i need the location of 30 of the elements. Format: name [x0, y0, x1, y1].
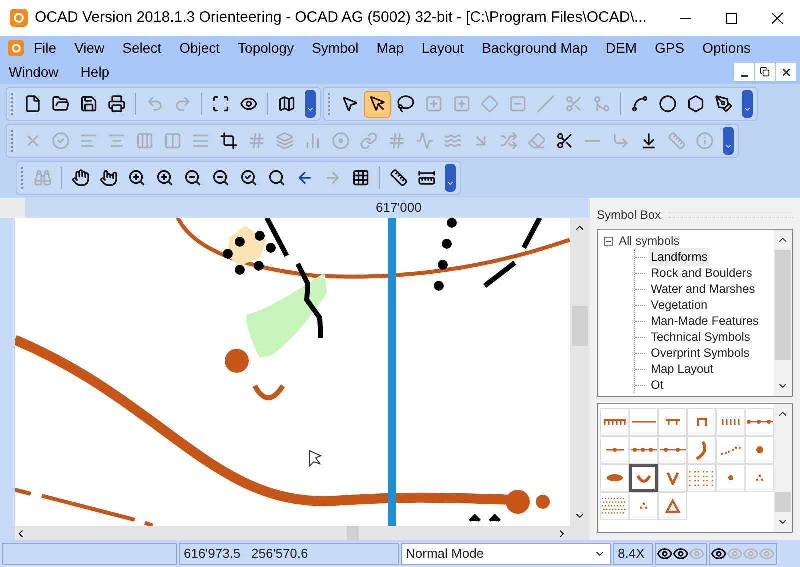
tree-item[interactable]: Ot [649, 376, 666, 394]
tree-item[interactable]: Man-Made Features [649, 312, 762, 330]
ruler-label: 617'000 [376, 199, 422, 218]
tree-item[interactable]: All symbols [617, 232, 682, 250]
menu-item[interactable]: Select [122, 38, 162, 58]
menu-item[interactable]: View [74, 38, 105, 58]
panel-title: Symbol Box [597, 207, 662, 224]
menu-item[interactable]: Background Map [482, 38, 588, 58]
tree-item[interactable]: Water and Marshes [649, 280, 758, 298]
menu-item[interactable]: Object [180, 38, 220, 58]
menu-item[interactable]: Options [702, 38, 751, 58]
menu-item[interactable]: Window [9, 62, 59, 82]
menu-item[interactable]: Layout [422, 38, 464, 58]
zoom-readout: 8.4X [613, 542, 653, 564]
menu-item[interactable]: Help [80, 62, 110, 82]
menu-item[interactable]: Symbol [312, 38, 359, 58]
menu-item[interactable]: Topology [238, 38, 294, 58]
tree-item[interactable]: Vegetation [649, 296, 710, 314]
menu-item[interactable]: Map [376, 38, 404, 58]
tree-item[interactable]: Landforms [649, 248, 710, 266]
menu-item[interactable]: File [34, 38, 57, 58]
tree-item[interactable]: Map Layout [649, 360, 716, 378]
coordinates-readout: 616'973.5 256'570.6 [179, 542, 399, 564]
menu-item[interactable]: DEM [606, 38, 638, 58]
tree-item[interactable]: Overprint Symbols [649, 344, 752, 362]
menu-item[interactable]: GPS [655, 38, 685, 58]
tree-item[interactable]: Technical Symbols [649, 328, 752, 346]
mode-dropdown[interactable]: Normal Mode [401, 542, 611, 564]
window-title: OCAD Version 2018.1.3 Orienteering - OCAD AG (5002) 32-bit - [C:\Program Files\OCAD\... [35, 8, 647, 28]
tree-item[interactable]: Rock and Boulders [649, 264, 754, 282]
